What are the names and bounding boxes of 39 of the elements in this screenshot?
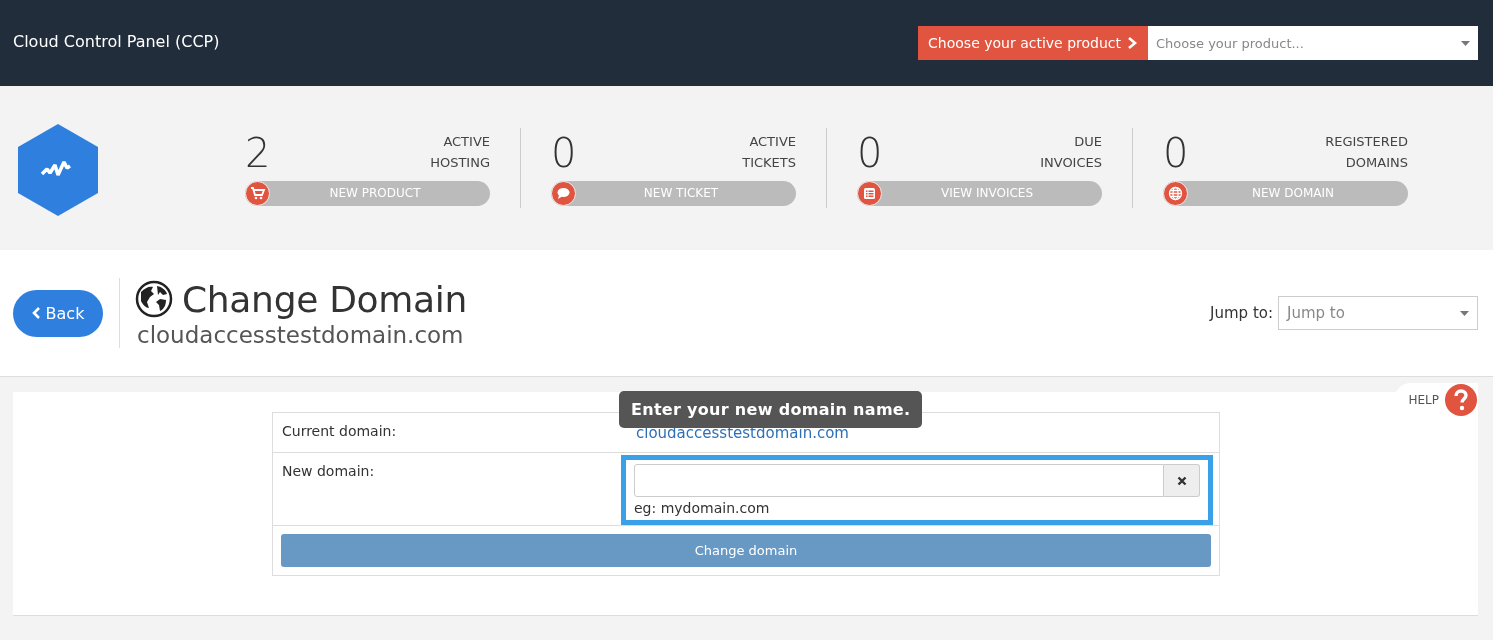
- list-icon: [857, 180, 882, 206]
- globe-icon: [1163, 180, 1188, 206]
- globe-icon: [135, 280, 173, 318]
- tooltip: Enter your new domain name.: [619, 391, 923, 428]
- help-button[interactable]: HELP: [1394, 383, 1478, 417]
- stat-count: 2: [245, 130, 271, 175]
- stat-action-button[interactable]: NEW DOMAIN: [1163, 180, 1408, 206]
- stat-count: 0: [1163, 130, 1189, 175]
- cart-icon: [245, 180, 270, 206]
- domain-subtitle: cloudaccesstestdomain.com: [137, 321, 465, 348]
- active-product-button[interactable]: Choose your active product: [918, 26, 1148, 60]
- close-icon: [1176, 475, 1187, 486]
- jump-label: Jump to:: [1210, 304, 1273, 322]
- jump-select[interactable]: Jump to: [1278, 296, 1478, 330]
- dropdown-caret-icon: [1461, 40, 1470, 46]
- chevron-left-icon: [31, 306, 41, 320]
- chevron-right-icon: [1126, 36, 1138, 50]
- stat-label: ACTIVE HOSTING: [430, 132, 490, 172]
- app-title: Cloud Control Panel (CCP): [13, 31, 220, 51]
- stat-label: REGISTERED DOMAINS: [1325, 132, 1408, 172]
- field-label: New domain:: [281, 462, 376, 481]
- page-title: Change Domain: [182, 278, 468, 320]
- clear-button[interactable]: [1164, 464, 1200, 497]
- stat-label: DUE INVOICES: [1040, 132, 1102, 172]
- change-domain-button[interactable]: Change domain: [281, 534, 1211, 567]
- stat-label: ACTIVE TICKETS: [742, 132, 796, 172]
- field-hint: eg: mydomain.com: [634, 500, 771, 516]
- stat-count: 0: [551, 130, 577, 175]
- dropdown-caret-icon: [1460, 310, 1469, 316]
- product-select[interactable]: Choose your product...: [1148, 26, 1478, 60]
- stat-action-button[interactable]: NEW PRODUCT: [245, 180, 490, 206]
- speech-bubble-icon: [551, 180, 576, 206]
- stat-count: 0: [857, 130, 883, 175]
- stat-action-button[interactable]: VIEW INVOICES: [857, 180, 1102, 206]
- new-domain-field[interactable]: [634, 464, 1164, 497]
- stat-action-button[interactable]: NEW TICKET: [551, 180, 796, 206]
- field-label: Current domain:: [281, 422, 398, 441]
- back-button[interactable]: Back: [13, 289, 103, 337]
- logo-icon: [18, 124, 98, 216]
